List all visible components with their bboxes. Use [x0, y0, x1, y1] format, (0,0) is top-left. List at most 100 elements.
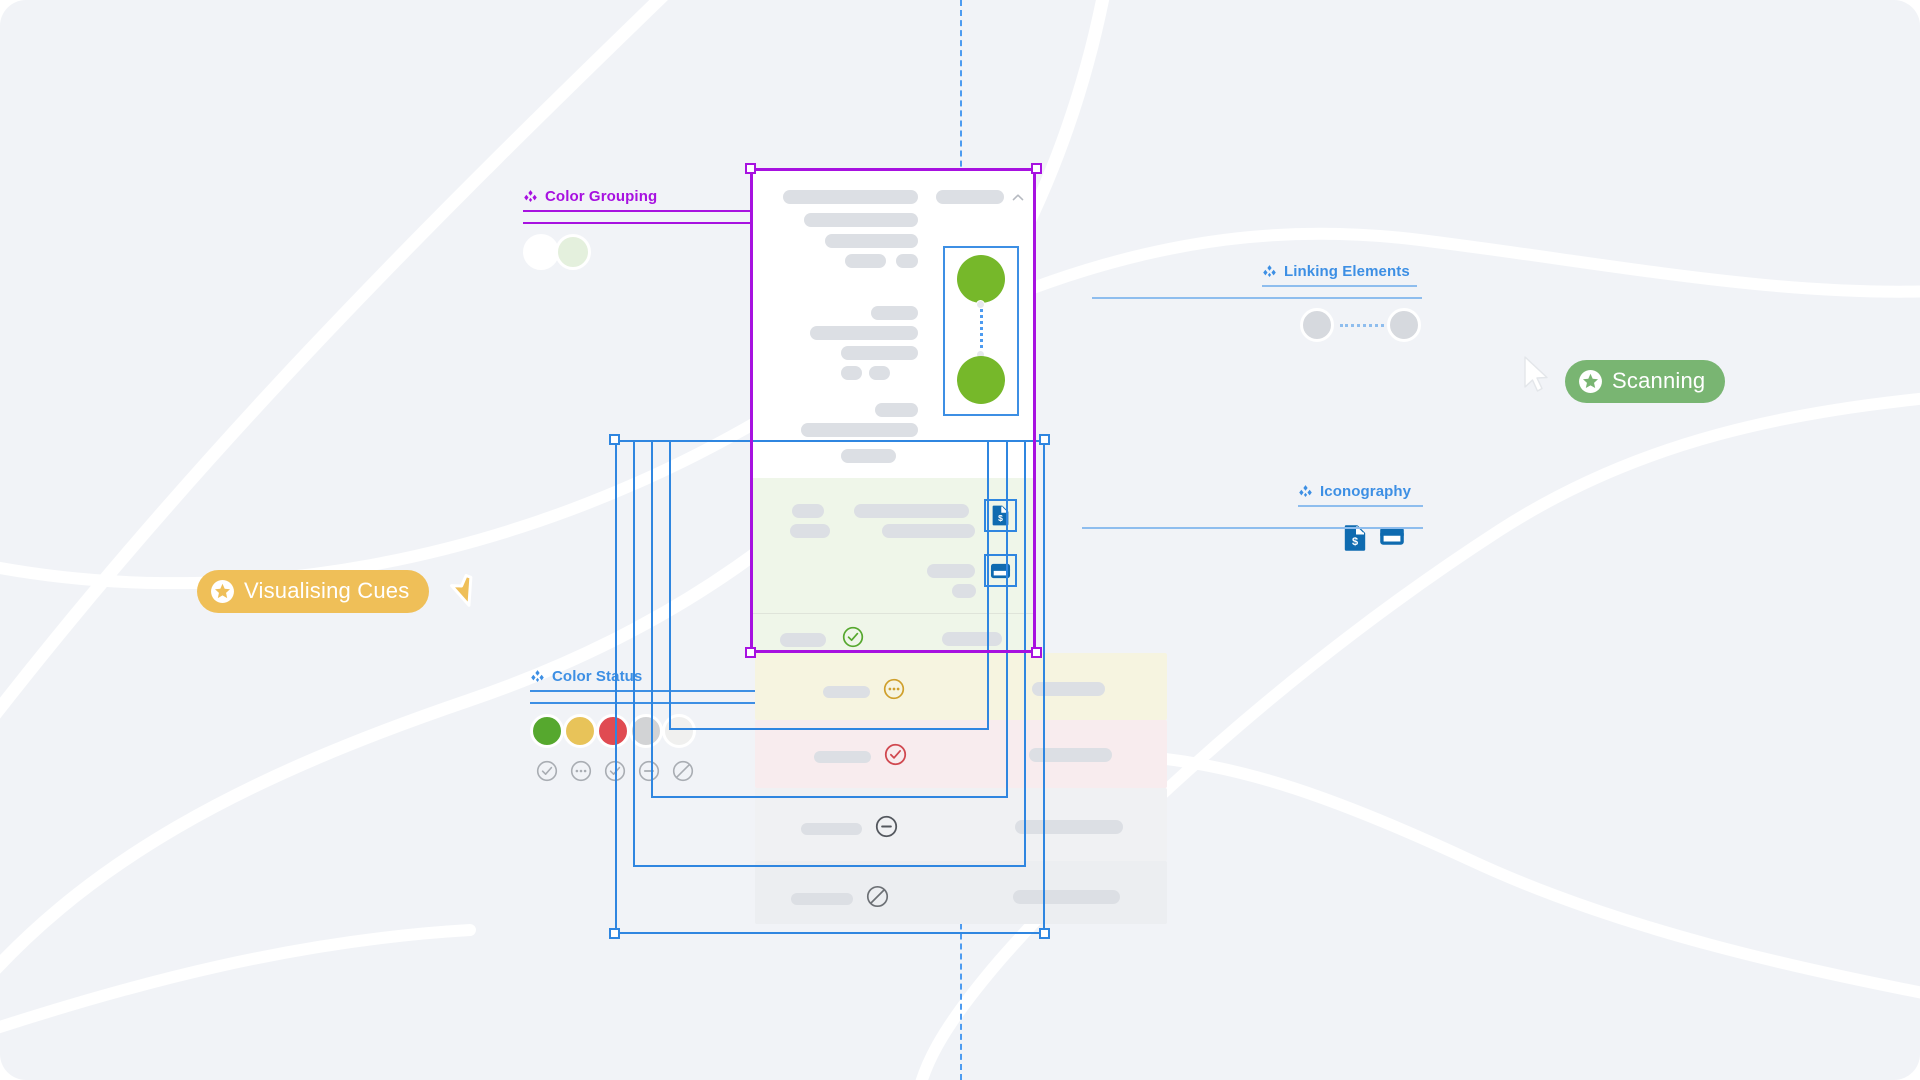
- annotation-color-status: Color Status: [530, 668, 758, 782]
- leader-line-color-status: [530, 702, 758, 704]
- placeholder-bar: [896, 254, 918, 268]
- design-canvas: Color Grouping Linking Elements Iconogra…: [0, 0, 1920, 1080]
- card-row: [823, 678, 905, 705]
- selection-handle-top-left[interactable]: [609, 434, 620, 445]
- green-dot-top[interactable]: [957, 255, 1005, 303]
- ban-circle-icon[interactable]: [866, 885, 889, 913]
- placeholder-bar: [942, 632, 1002, 646]
- link-node-start: [976, 300, 985, 309]
- annotation-linking-elements: Linking Elements: [1262, 263, 1421, 347]
- selection-handle-top-right[interactable]: [1039, 434, 1050, 445]
- placeholder-bar: [791, 893, 853, 905]
- status-swatch-white[interactable]: [662, 714, 696, 748]
- annotation-label: Linking Elements: [1262, 263, 1417, 280]
- red-status-card[interactable]: [755, 720, 1167, 788]
- placeholder-bar: [801, 423, 918, 437]
- placeholder-bar: [854, 504, 969, 518]
- card-row: [814, 743, 907, 771]
- annotation-label-text: Linking Elements: [1284, 263, 1410, 280]
- ban-circle-icon[interactable]: [666, 760, 700, 782]
- check-circle-icon[interactable]: [530, 760, 564, 782]
- placeholder-bar: [1032, 682, 1105, 696]
- status-swatch-gray[interactable]: [629, 714, 663, 748]
- annotation-rule: [1298, 505, 1423, 507]
- placeholder-bar: [952, 584, 976, 598]
- diamond-cluster-icon: [1263, 265, 1276, 277]
- badge-label: Scanning: [1612, 368, 1706, 393]
- placeholder-bar: [783, 190, 918, 204]
- green-dot-bottom[interactable]: [957, 356, 1005, 404]
- placeholder-bar: [1029, 748, 1112, 762]
- placeholder-bar: [927, 564, 975, 578]
- placeholder-bar: [841, 346, 918, 360]
- inbox-tray-icon: [990, 563, 1011, 578]
- minus-circle-icon[interactable]: [632, 760, 666, 782]
- selection-handle-bottom-right[interactable]: [1039, 928, 1050, 939]
- artboard-stack: $: [609, 163, 1167, 939]
- placeholder-bar: [869, 366, 890, 380]
- check-circle-icon[interactable]: [884, 743, 907, 771]
- chevron-up-icon[interactable]: [1012, 193, 1024, 202]
- annotation-label: Color Status: [530, 668, 758, 685]
- placeholder-bar: [871, 306, 918, 320]
- placeholder-bar: [875, 403, 918, 417]
- check-circle-icon[interactable]: [598, 760, 632, 782]
- white-content-card[interactable]: [750, 168, 1036, 478]
- placeholder-bar: [780, 632, 826, 647]
- annotation-iconography: Iconography $: [1298, 483, 1423, 551]
- blank-status-card[interactable]: [755, 861, 1167, 924]
- placeholder-bar: [823, 685, 870, 698]
- primary-handle-bottom-left[interactable]: [745, 647, 756, 658]
- primary-handle-bottom-right[interactable]: [1031, 647, 1042, 658]
- color-status-swatches: [530, 714, 758, 748]
- placeholder-bar: [936, 190, 1004, 204]
- annotation-label: Iconography: [1298, 483, 1423, 500]
- white-swatch[interactable]: [523, 234, 559, 270]
- link-node-end[interactable]: [1387, 308, 1421, 342]
- primary-handle-top-right[interactable]: [1031, 163, 1042, 174]
- card-row: [792, 504, 969, 518]
- selection-handle-bottom-left[interactable]: [609, 928, 620, 939]
- card-row: [780, 626, 864, 653]
- color-status-glyphs: [530, 760, 758, 782]
- status-swatch-green[interactable]: [530, 714, 564, 748]
- card-divider: [750, 613, 1036, 614]
- placeholder-bar: [841, 366, 862, 380]
- star-circle-icon: [211, 579, 234, 603]
- link-connector-dotted: [1340, 324, 1384, 327]
- yellow-status-card[interactable]: [755, 653, 1167, 720]
- badge-scanning[interactable]: Scanning: [1565, 360, 1726, 403]
- card-row: [801, 815, 898, 843]
- diamond-cluster-icon: [531, 670, 544, 682]
- ellipsis-circle-icon[interactable]: [883, 678, 905, 705]
- ellipsis-circle-icon[interactable]: [564, 760, 598, 782]
- status-swatch-red[interactable]: [596, 714, 630, 748]
- status-swatch-yellow[interactable]: [563, 714, 597, 748]
- primary-handle-top-left[interactable]: [745, 163, 756, 174]
- link-connector-dotted: [980, 304, 983, 354]
- placeholder-bar: [814, 751, 871, 763]
- placeholder-bar: [1015, 820, 1123, 834]
- svg-text:$: $: [998, 513, 1003, 523]
- pointer-arrow-white: [1524, 356, 1548, 392]
- check-circle-icon[interactable]: [842, 626, 864, 653]
- placeholder-bar: [810, 326, 918, 340]
- minus-circle-icon[interactable]: [875, 815, 898, 843]
- placeholder-bar: [841, 449, 896, 463]
- mint-swatch[interactable]: [555, 234, 591, 270]
- inbox-tray-icon-box[interactable]: [984, 554, 1017, 587]
- card-row: [790, 524, 975, 538]
- placeholder-bar: [825, 234, 918, 248]
- badge-visualising-cues[interactable]: Visualising Cues: [197, 570, 430, 613]
- link-node-start[interactable]: [1300, 308, 1334, 342]
- linking-elements-demo: [1300, 305, 1421, 347]
- annotation-label-text: Iconography: [1320, 483, 1412, 500]
- card-row: [791, 885, 889, 913]
- placeholder-bar: [845, 254, 886, 268]
- placeholder-bar: [792, 504, 824, 518]
- gray-status-card[interactable]: [755, 788, 1167, 861]
- diamond-cluster-icon: [524, 190, 537, 202]
- badge-label: Visualising Cues: [244, 578, 410, 603]
- pointer-arrow-yellow: [450, 574, 473, 607]
- document-dollar-icon-box[interactable]: $: [984, 499, 1017, 532]
